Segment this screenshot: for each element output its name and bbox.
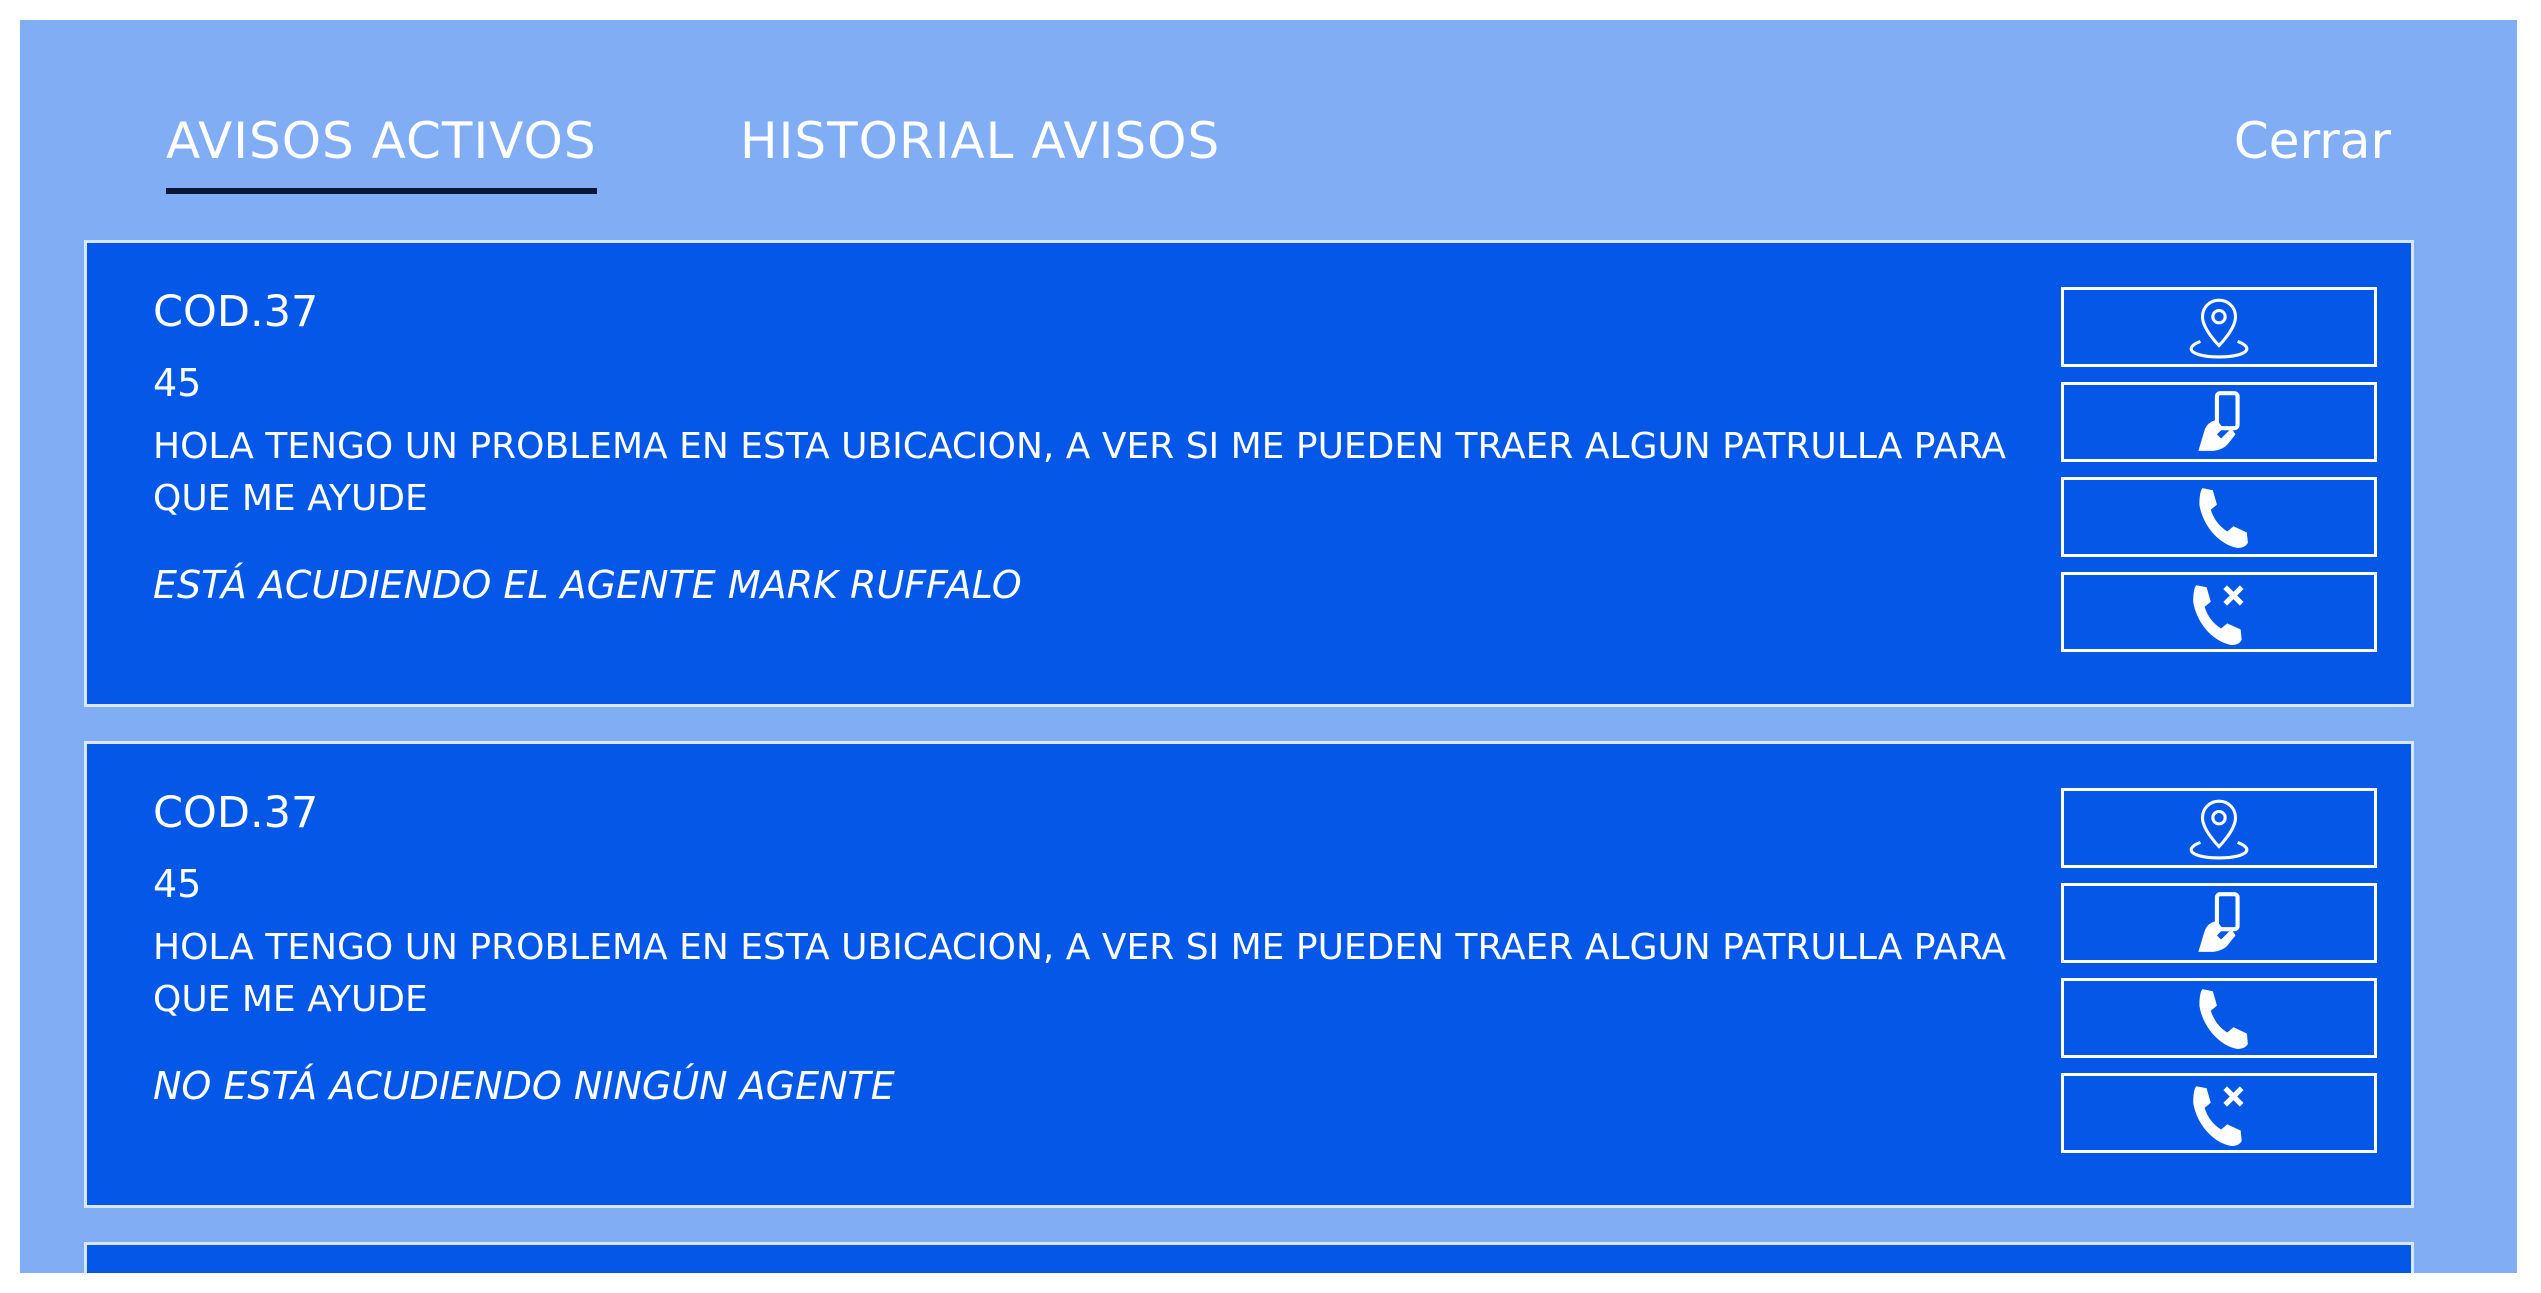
hand-phone-icon bbox=[2198, 391, 2240, 451]
alert-list: COD.37 45 HOLA TENGO UN PROBLEMA EN ESTA… bbox=[84, 240, 2414, 1273]
close-button[interactable]: Cerrar bbox=[2234, 112, 2391, 170]
mobile-contact-button[interactable] bbox=[2061, 382, 2377, 462]
alert-status: ESTÁ ACUDIENDO EL AGENTE MARK RUFFALO bbox=[153, 563, 1022, 607]
alert-actions bbox=[2061, 788, 2377, 1168]
alert-code: COD.37 bbox=[153, 287, 319, 337]
mobile-contact-button[interactable] bbox=[2061, 883, 2377, 963]
alert-card: COD.37 45 HOLA TENGO UN PROBLEMA EN ESTA… bbox=[84, 741, 2414, 1208]
alert-card-partial bbox=[84, 1242, 2414, 1273]
tab-active-alerts[interactable]: AVISOS ACTIVOS bbox=[166, 112, 597, 194]
alert-number: 45 bbox=[153, 361, 202, 405]
phone-call-icon bbox=[2199, 989, 2248, 1049]
call-button[interactable] bbox=[2061, 978, 2377, 1058]
phone-call-icon bbox=[2199, 488, 2248, 548]
alert-code: COD.37 bbox=[153, 788, 319, 838]
location-pin-icon bbox=[2189, 298, 2249, 359]
alert-status: NO ESTÁ ACUDIENDO NINGÚN AGENTE bbox=[153, 1064, 895, 1108]
tab-bar: AVISOS ACTIVOS HISTORIAL AVISOS Cerrar bbox=[146, 112, 2391, 212]
alerts-panel: AVISOS ACTIVOS HISTORIAL AVISOS Cerrar C… bbox=[20, 20, 2517, 1273]
locate-button[interactable] bbox=[2061, 287, 2377, 367]
alert-message: HOLA TENGO UN PROBLEMA EN ESTA UBICACION… bbox=[153, 927, 2006, 1020]
alert-card: COD.37 45 HOLA TENGO UN PROBLEMA EN ESTA… bbox=[84, 240, 2414, 707]
hang-up-button[interactable] bbox=[2061, 1073, 2377, 1153]
tab-alert-history[interactable]: HISTORIAL AVISOS bbox=[740, 112, 1220, 170]
locate-button[interactable] bbox=[2061, 788, 2377, 868]
location-pin-icon bbox=[2189, 799, 2249, 860]
alert-message: HOLA TENGO UN PROBLEMA EN ESTA UBICACION… bbox=[153, 426, 2006, 519]
alert-actions bbox=[2061, 287, 2377, 667]
call-button[interactable] bbox=[2061, 477, 2377, 557]
hang-up-button[interactable] bbox=[2061, 572, 2377, 652]
phone-hangup-icon bbox=[2193, 1086, 2244, 1146]
alert-number: 45 bbox=[153, 862, 202, 906]
hand-phone-icon bbox=[2198, 892, 2240, 952]
phone-hangup-icon bbox=[2193, 585, 2244, 645]
